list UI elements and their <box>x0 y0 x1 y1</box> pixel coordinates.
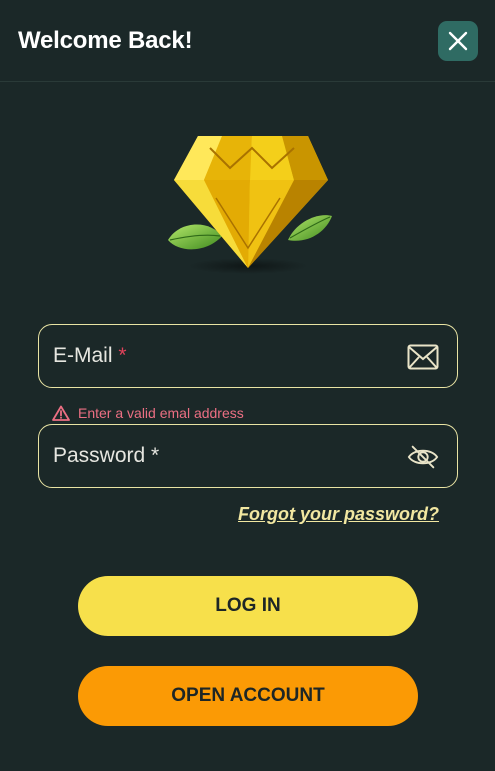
toggle-password-visibility[interactable] <box>407 442 439 472</box>
password-label: Password * <box>53 444 159 468</box>
password-required-marker: * <box>151 444 160 467</box>
email-label-text: E-Mail <box>53 344 113 367</box>
login-button[interactable]: LOG IN <box>78 576 418 636</box>
forgot-password-link[interactable]: Forgot your password? <box>238 504 439 525</box>
eye-slash-icon <box>407 445 439 469</box>
password-label-text: Password <box>53 444 146 467</box>
diamond-with-leaves-logo <box>168 136 332 274</box>
modal-header: Welcome Back! <box>0 0 495 82</box>
email-error: Enter a valid emal address <box>52 403 244 423</box>
close-button[interactable] <box>438 21 478 61</box>
envelope-icon <box>407 342 439 372</box>
email-label: E-Mail * <box>53 344 127 368</box>
email-required-marker: * <box>118 344 127 367</box>
email-field[interactable]: E-Mail * <box>38 324 458 388</box>
modal-title: Welcome Back! <box>18 27 193 54</box>
warning-triangle-icon <box>52 405 70 421</box>
close-icon <box>448 31 468 51</box>
email-error-text: Enter a valid emal address <box>78 405 244 421</box>
password-field[interactable]: Password * <box>38 424 458 488</box>
open-account-button[interactable]: OPEN ACCOUNT <box>78 666 418 726</box>
